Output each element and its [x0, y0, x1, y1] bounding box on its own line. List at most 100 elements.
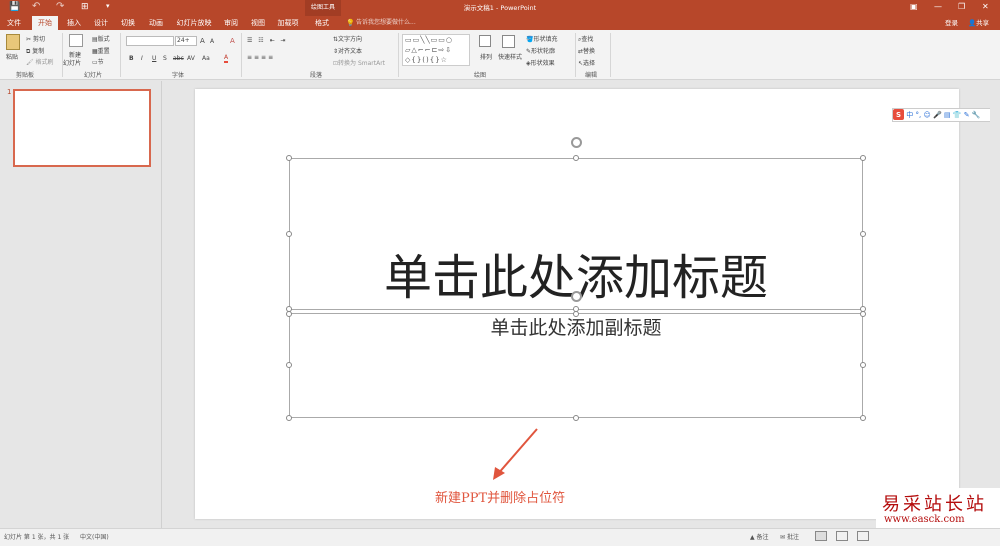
font-name-input[interactable] [126, 36, 174, 46]
resize-handle[interactable] [286, 362, 292, 368]
ime-skin-icon[interactable]: 👕 [953, 111, 962, 119]
tab-animations[interactable]: 动画 [143, 16, 169, 30]
align-icons[interactable]: ≡≡≡≡ [247, 54, 275, 61]
comments-button[interactable]: ✉ 批注 [780, 532, 799, 541]
reset-button[interactable]: ▦重置 [92, 46, 110, 55]
tab-addins[interactable]: 加载项 [273, 16, 303, 30]
slide-number: 1 [7, 88, 12, 96]
watermark-url: www.easck.com [884, 514, 965, 525]
tab-file[interactable]: 文件 [2, 16, 26, 30]
shadow-button[interactable]: S [163, 55, 167, 62]
ime-punct-icon[interactable]: °, [915, 111, 921, 119]
paste-button[interactable]: 粘贴 [6, 52, 18, 61]
resize-handle[interactable] [286, 231, 292, 237]
signin-link[interactable]: 登录 [945, 16, 958, 30]
close-button[interactable]: ✕ [982, 2, 989, 11]
character-spacing-button[interactable]: AV [187, 55, 195, 62]
ribbon-display-options-icon[interactable]: ▣ [910, 2, 918, 11]
ime-chinese-icon[interactable]: 中 [906, 111, 913, 119]
rotate-handle-icon[interactable] [571, 291, 582, 302]
slide-sorter-icon[interactable] [836, 531, 848, 541]
copy-button[interactable]: ⧉ 复制 [26, 46, 44, 56]
resize-handle[interactable] [573, 155, 579, 161]
text-direction-button[interactable]: ⇅文字方向 [333, 34, 362, 43]
paste-icon[interactable] [6, 34, 20, 50]
convert-smartart-button[interactable]: ⊡转换为 SmartArt [333, 58, 385, 67]
replace-button[interactable]: ⇄替换 [578, 46, 595, 55]
undo-icon[interactable]: ↶ [32, 1, 40, 12]
notes-button[interactable]: ▲ 备注 [750, 532, 769, 541]
subtitle-placeholder-text[interactable]: 单击此处添加副标题 [289, 316, 863, 340]
font-size-input[interactable]: 24+ [175, 36, 197, 46]
customize-quick-access-icon[interactable]: ▾ [106, 2, 110, 10]
language-status[interactable]: 中文(中国) [80, 532, 109, 541]
resize-handle[interactable] [573, 415, 579, 421]
italic-button[interactable]: I [141, 55, 143, 62]
tab-home[interactable]: 开始 [32, 16, 58, 30]
align-text-button[interactable]: ⇕对齐文本 [333, 46, 362, 55]
ime-voice-icon[interactable]: 🎤 [933, 111, 942, 119]
tab-slideshow[interactable]: 幻灯片放映 [172, 16, 216, 30]
title-bar: 💾 ↶ ↷ ⊞ ▾ 绘图工具 演示文稿1 - PowerPoint ▣ — ❐ … [0, 0, 1000, 16]
bold-button[interactable]: B [129, 55, 134, 62]
watermark-logo: 易采站长站 www.easck.com [876, 488, 1000, 528]
resize-handle[interactable] [286, 415, 292, 421]
find-button[interactable]: ⌕查找 [578, 34, 593, 44]
quick-styles-button[interactable]: 快速样式 [498, 52, 522, 61]
quick-styles-icon[interactable] [502, 35, 515, 48]
minimize-button[interactable]: — [934, 2, 942, 11]
tab-format[interactable]: 格式 [306, 16, 338, 30]
resize-handle[interactable] [860, 311, 866, 317]
redo-icon[interactable]: ↷ [56, 1, 64, 12]
resize-handle[interactable] [286, 155, 292, 161]
clear-formatting-button[interactable]: A [230, 37, 235, 45]
tab-transitions[interactable]: 切换 [116, 16, 140, 30]
resize-handle[interactable] [860, 415, 866, 421]
select-button[interactable]: ↖选择 [578, 58, 595, 67]
tab-insert[interactable]: 插入 [62, 16, 86, 30]
shape-fill-button[interactable]: 🪣形状填充 [526, 34, 558, 43]
resize-handle[interactable] [860, 155, 866, 161]
shapes-gallery[interactable]: ▭▭╲╲▭▭○ ▱△⌐⌐⊏⇨⇩ ◇{}(){}☆ [402, 34, 470, 66]
tell-me-box[interactable]: 告诉我您想要做什么... [356, 16, 416, 30]
copy-icon: ⧉ [26, 48, 31, 55]
resize-handle[interactable] [573, 311, 579, 317]
rotate-handle-icon[interactable] [571, 137, 582, 148]
bullets-icon[interactable]: ☰ ☷ ⇤ ⇥ [247, 37, 288, 44]
tab-view[interactable]: 视图 [246, 16, 270, 30]
ime-emoji-icon[interactable]: ☺ [923, 111, 930, 119]
section-button[interactable]: ▭节 [92, 57, 104, 66]
start-from-beginning-icon[interactable]: ⊞ [81, 2, 89, 12]
shrink-font-button[interactable]: A [210, 38, 214, 45]
reading-view-icon[interactable] [857, 531, 869, 541]
ime-keyboard-icon[interactable]: ▤ [944, 111, 951, 119]
strikethrough-button[interactable]: abc [173, 55, 184, 62]
slide-thumbnail[interactable] [13, 89, 151, 167]
new-slide-label-2[interactable]: 幻灯片 [63, 58, 81, 67]
resize-handle[interactable] [860, 362, 866, 368]
grow-font-button[interactable]: A [200, 37, 205, 45]
change-case-button[interactable]: Aa [202, 55, 210, 62]
cut-button[interactable]: ✂ 剪切 [26, 34, 45, 43]
ime-handwriting-icon[interactable]: ✎ [964, 111, 970, 119]
ime-toolbar[interactable]: S 中 °, ☺ 🎤 ▤ 👕 ✎ 🔧 [892, 108, 1000, 122]
tab-design[interactable]: 设计 [89, 16, 113, 30]
restore-button[interactable]: ❐ [958, 2, 965, 11]
underline-button[interactable]: U [152, 55, 156, 62]
layout-button[interactable]: ▤版式 [92, 34, 110, 43]
format-painter-button[interactable]: 🖌 格式刷 [26, 57, 54, 66]
shape-effects-button[interactable]: ◈形状效果 [526, 58, 555, 67]
font-color-button[interactable]: A [224, 54, 229, 63]
resize-handle[interactable] [860, 231, 866, 237]
normal-view-icon[interactable] [815, 531, 827, 541]
share-button[interactable]: 👤共享 [968, 16, 989, 30]
save-icon[interactable]: 💾 [9, 2, 20, 12]
resize-handle[interactable] [286, 311, 292, 317]
vertical-scrollbar[interactable] [990, 81, 1000, 528]
arrange-icon[interactable] [479, 35, 491, 47]
shape-outline-button[interactable]: ✎形状轮廓 [526, 46, 555, 55]
arrange-button[interactable]: 排列 [480, 52, 492, 61]
tab-review[interactable]: 审阅 [219, 16, 243, 30]
ime-settings-icon[interactable]: 🔧 [972, 111, 981, 119]
new-slide-icon[interactable] [69, 34, 83, 47]
